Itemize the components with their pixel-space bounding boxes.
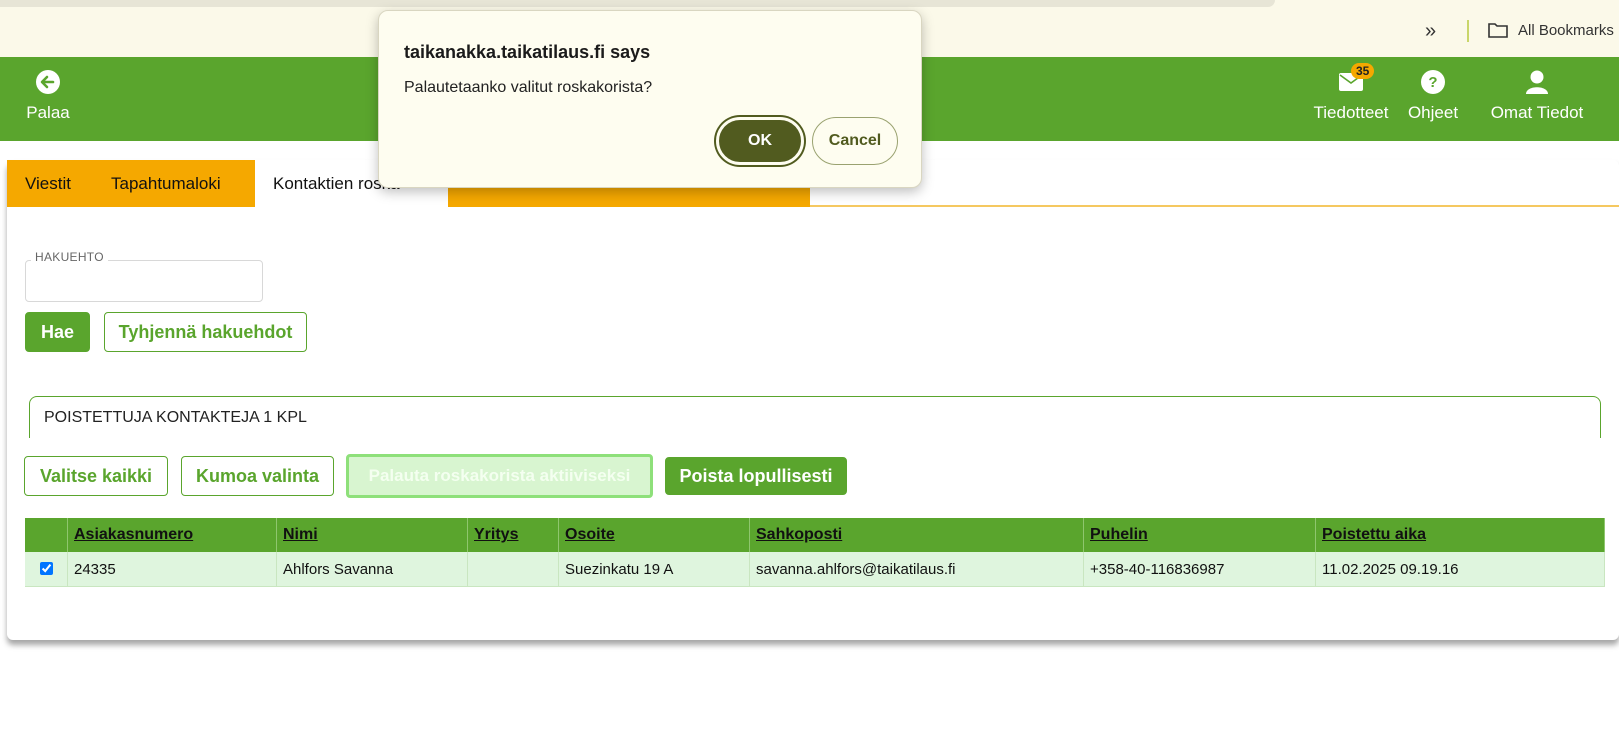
clear-search-button[interactable]: Tyhjennä hakuehdot [104,312,307,352]
search-input[interactable] [34,267,258,299]
browser-tab-strip [0,0,1275,7]
column-header[interactable]: Poistettu aika [1315,518,1605,552]
user-icon [1526,70,1548,94]
search-button[interactable]: Hae [25,312,90,352]
tab-bar-underline [810,205,1619,207]
tab-viestit[interactable]: Viestit [7,160,93,207]
deleted-contacts-table: Asiakasnumero Nimi Yritys Osoite Sahkopo… [25,518,1605,587]
row-checkbox[interactable] [40,562,53,575]
notices-count-badge: 35 [1351,63,1375,79]
row-select-cell [25,552,68,587]
column-header[interactable]: Sahkoposti [749,518,1084,552]
folder-icon [1488,23,1508,38]
table-cell: +358-40-116836987 [1083,552,1316,587]
select-column-header [25,518,68,552]
help-label: Ohjeet [1407,103,1459,122]
column-header[interactable]: Yritys [467,518,559,552]
search-field[interactable] [25,260,263,302]
column-header[interactable]: Nimi [276,518,468,552]
arrow-left-icon [36,70,60,94]
deleted-count-summary: POISTETTUJA KONTAKTEJA 1 KPL [29,396,1601,438]
dialog-title: taikanakka.taikatilaus.fi says [404,42,651,62]
dialog-cancel-button[interactable]: Cancel [812,117,898,165]
select-all-button[interactable]: Valitse kaikki [24,456,168,496]
confirm-dialog: taikanakka.taikatilaus.fi says Palauteta… [378,10,922,188]
column-header[interactable]: Puhelin [1083,518,1316,552]
profile-label: Omat Tiedot [1490,103,1584,122]
table-cell: Ahlfors Savanna [276,552,468,587]
table-row[interactable]: 24335 Ahlfors Savanna Suezinkatu 19 A sa… [25,552,1605,587]
help-button[interactable]: ? Ohjeet [1405,67,1461,123]
table-cell: 11.02.2025 09.19.16 [1315,552,1605,587]
table-cell: Suezinkatu 19 A [558,552,750,587]
back-button[interactable]: Palaa [22,67,74,123]
all-bookmarks-link[interactable]: All Bookmarks [1518,22,1614,39]
search-field-label: HAKUEHTO [31,250,108,264]
restore-from-trash-button[interactable]: Palauta roskakorista aktiiviseksi [346,454,653,498]
notices-button[interactable]: 35 Tiedotteet [1310,63,1392,123]
column-header[interactable]: Asiakasnumero [67,518,277,552]
dialog-ok-button[interactable]: OK [716,117,804,165]
dialog-message: Palautetaanko valitut roskakorista? [404,79,653,96]
tab-tapahtumaloki[interactable]: Tapahtumaloki [93,160,255,207]
main-card: Viestit Tapahtumaloki Kontaktien roska H… [7,160,1619,640]
more-bookmarks-icon[interactable]: » [1425,20,1436,43]
question-icon: ? [1421,70,1445,94]
notices-label: Tiedotteet [1313,103,1389,122]
column-header[interactable]: Osoite [558,518,750,552]
deselect-button[interactable]: Kumoa valinta [181,456,334,496]
svg-text:?: ? [1428,74,1437,91]
table-cell: 24335 [67,552,277,587]
profile-button[interactable]: Omat Tiedot [1475,67,1599,123]
table-cell: savanna.ahlfors@taikatilaus.fi [749,552,1084,587]
back-label: Palaa [26,103,70,122]
delete-permanently-button[interactable]: Poista lopullisesti [665,457,847,495]
table-header-row: Asiakasnumero Nimi Yritys Osoite Sahkopo… [25,518,1605,552]
table-cell [467,552,559,587]
toolbar-divider [1467,20,1469,42]
